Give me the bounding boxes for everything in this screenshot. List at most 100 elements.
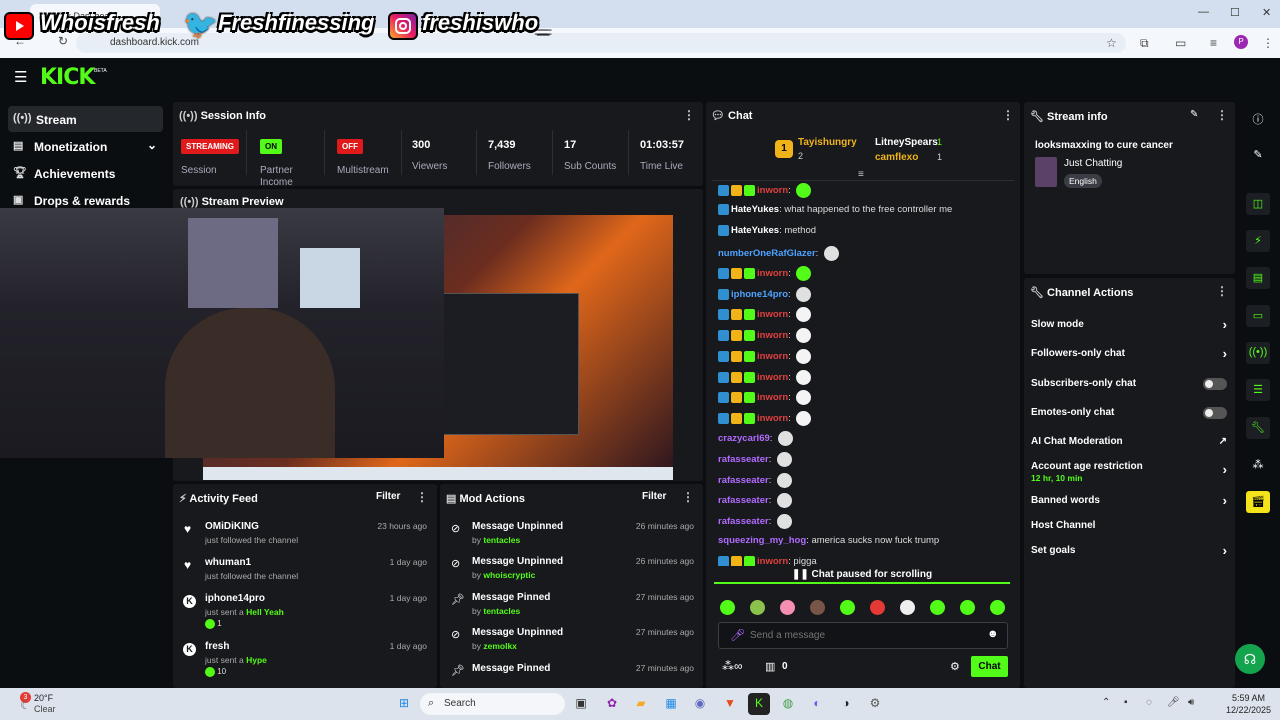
account-age-row[interactable]: Account age restriction 12 hr, 10 min › (1031, 461, 1231, 485)
clapper-icon[interactable]: 🎬︎ (1246, 491, 1270, 513)
moderation-icon[interactable]: ◫ (1246, 193, 1270, 215)
volume-icon[interactable]: 🔊︎ (1188, 697, 1194, 708)
chat-message[interactable]: rafasseater: (718, 473, 792, 489)
chevron-up-icon[interactable]: ⌃ (1102, 697, 1110, 708)
chat-username[interactable]: rafasseater (718, 475, 769, 486)
chat-username[interactable]: inworn (757, 185, 788, 196)
profile-avatar[interactable]: P (1234, 35, 1248, 49)
cast-icon[interactable]: ▭ (1175, 36, 1186, 50)
edit-icon[interactable]: ✎ (1246, 144, 1270, 166)
chat-menu-icon[interactable]: ⋮ (1002, 108, 1014, 122)
clock-date[interactable]: 12/22/2025 (1226, 705, 1271, 715)
taskbar-search[interactable]: ⌕ Search (420, 693, 565, 715)
chat-message[interactable]: inworn: (718, 349, 812, 365)
set-goals-row[interactable]: Set goals › (1031, 543, 1231, 563)
session-menu-icon[interactable]: ⋮ (683, 108, 695, 122)
info-icon[interactable]: ⓘ (1246, 107, 1270, 129)
top-gifter-name[interactable]: camflexo (875, 152, 918, 163)
store-icon[interactable]: ▦ (660, 693, 682, 715)
emoji-icon[interactable]: ☻ (987, 628, 999, 640)
tray-icon[interactable]: ▪ (1124, 697, 1128, 708)
activity-user[interactable]: iphone14pro (205, 593, 265, 604)
chat-message[interactable]: inworn: (718, 370, 812, 386)
chat-username[interactable]: crazycarl69 (718, 433, 770, 444)
chat-username[interactable]: HateYukes (731, 204, 779, 215)
chat-message[interactable]: HateYukes: what happened to the free con… (718, 204, 952, 220)
chat-message[interactable]: inworn: (718, 411, 812, 427)
category-name[interactable]: Just Chatting (1064, 158, 1122, 169)
emote-icon[interactable] (870, 600, 885, 615)
activity-user[interactable]: OMiDiKING (205, 521, 259, 532)
chat-message[interactable]: inworn: (718, 328, 812, 344)
chat-message[interactable]: rafasseater: (718, 452, 792, 468)
points-icon[interactable]: ⁂ (1246, 454, 1270, 476)
subscribers-only-toggle[interactable] (1203, 378, 1227, 390)
followers-only-row[interactable]: Followers-only chat › (1031, 346, 1231, 366)
emote-icon[interactable] (960, 600, 975, 615)
slow-mode-row[interactable]: Slow mode › (1031, 317, 1231, 337)
bolt-icon[interactable]: ⚡︎ (1246, 230, 1270, 252)
chat-username[interactable]: squeezing_my_hog (718, 535, 806, 546)
emote-icon[interactable] (990, 600, 1005, 615)
settings-icon[interactable]: ⚙︎ (864, 693, 886, 715)
chat-message[interactable]: crazycarl69: (718, 431, 794, 447)
chat-message[interactable]: numberOneRafGlazer: (718, 246, 839, 262)
expand-icon[interactable]: ≡ (858, 169, 864, 180)
chat-username[interactable]: inworn (757, 268, 788, 279)
mod-filter-button[interactable]: Filter (642, 491, 666, 502)
chat-username[interactable]: numberOneRafGlazer (718, 248, 816, 259)
discord-icon[interactable]: ◐ (806, 693, 828, 715)
file-explorer-icon[interactable]: ▰ (630, 693, 652, 715)
chat-username[interactable]: inworn (757, 330, 788, 341)
emote-icon[interactable] (810, 600, 825, 615)
chat-input[interactable] (750, 627, 970, 644)
close-window-icon[interactable]: ✕ (1262, 6, 1271, 19)
chat-paused-banner[interactable]: ❚❚ Chat paused for scrolling (714, 566, 1010, 584)
chat-username[interactable]: inworn (757, 309, 788, 320)
document-icon[interactable]: ▤ (1246, 267, 1270, 289)
chat-username[interactable]: inworn (757, 351, 788, 362)
emotes-only-toggle[interactable] (1203, 407, 1227, 419)
teams-icon[interactable]: ◉ (689, 693, 711, 715)
chat-username[interactable]: HateYukes (731, 225, 779, 236)
host-channel-row[interactable]: Host Channel (1031, 520, 1231, 538)
chat-message[interactable]: rafasseater: (718, 514, 792, 530)
sidebar-item-monetization[interactable]: ▤ Monetization ⌄ (8, 133, 163, 159)
wrench-icon[interactable]: 🔧︎ (1246, 417, 1270, 439)
activity-user[interactable]: fresh (205, 641, 229, 652)
chat-username[interactable]: inworn (757, 372, 788, 383)
activity-filter-button[interactable]: Filter (376, 491, 400, 502)
chat-icon[interactable]: ▭ (1246, 305, 1270, 327)
hamburger-menu-icon[interactable]: ☰ (14, 68, 27, 86)
chat-settings-icon[interactable]: ⚙︎ (950, 660, 960, 673)
network-icon[interactable]: ◌ (1146, 697, 1152, 708)
channel-actions-menu-icon[interactable]: ⋮ (1216, 284, 1228, 298)
chat-message[interactable]: inworn: (718, 390, 812, 406)
stream-info-menu-icon[interactable]: ⋮ (1216, 108, 1228, 122)
category-thumbnail[interactable] (1035, 157, 1057, 187)
start-icon[interactable]: ⊞ (393, 693, 415, 715)
chat-username[interactable]: inworn (757, 392, 788, 403)
task-view-icon[interactable]: ▣ (570, 693, 592, 715)
chat-username[interactable]: rafasseater (718, 495, 769, 506)
minimize-icon[interactable]: — (1198, 6, 1209, 18)
banned-words-row[interactable]: Banned words › (1031, 493, 1231, 513)
chat-username[interactable]: iphone14pro (731, 289, 788, 300)
chat-message[interactable]: iphone14pro: (718, 287, 812, 303)
weather-widget[interactable]: 3 ☾ 20°F Clear (12, 692, 72, 716)
activity-menu-icon[interactable]: ⋮ (416, 490, 428, 504)
mod-menu-icon[interactable]: ⋮ (682, 490, 694, 504)
chrome-icon[interactable]: ◍ (777, 693, 799, 715)
support-icon[interactable]: ☊ (1235, 644, 1265, 674)
emote-icon[interactable] (780, 600, 795, 615)
ai-moderation-row[interactable]: AI Chat Moderation ↗ (1031, 436, 1231, 454)
mic-tray-icon[interactable]: 🎤︎ (1167, 697, 1180, 708)
top-gifter-name[interactable]: LitneySpears (875, 137, 938, 148)
brave-icon[interactable]: ▼ (719, 693, 741, 715)
emote-icon[interactable] (750, 600, 765, 615)
emote-icon[interactable] (720, 600, 735, 615)
points-icon[interactable]: ⁂∞ (722, 659, 743, 673)
bookmark-star-icon[interactable]: ☆ (1106, 36, 1117, 50)
send-chat-button[interactable]: Chat (971, 656, 1008, 677)
activity-user[interactable]: whuman1 (205, 557, 251, 568)
